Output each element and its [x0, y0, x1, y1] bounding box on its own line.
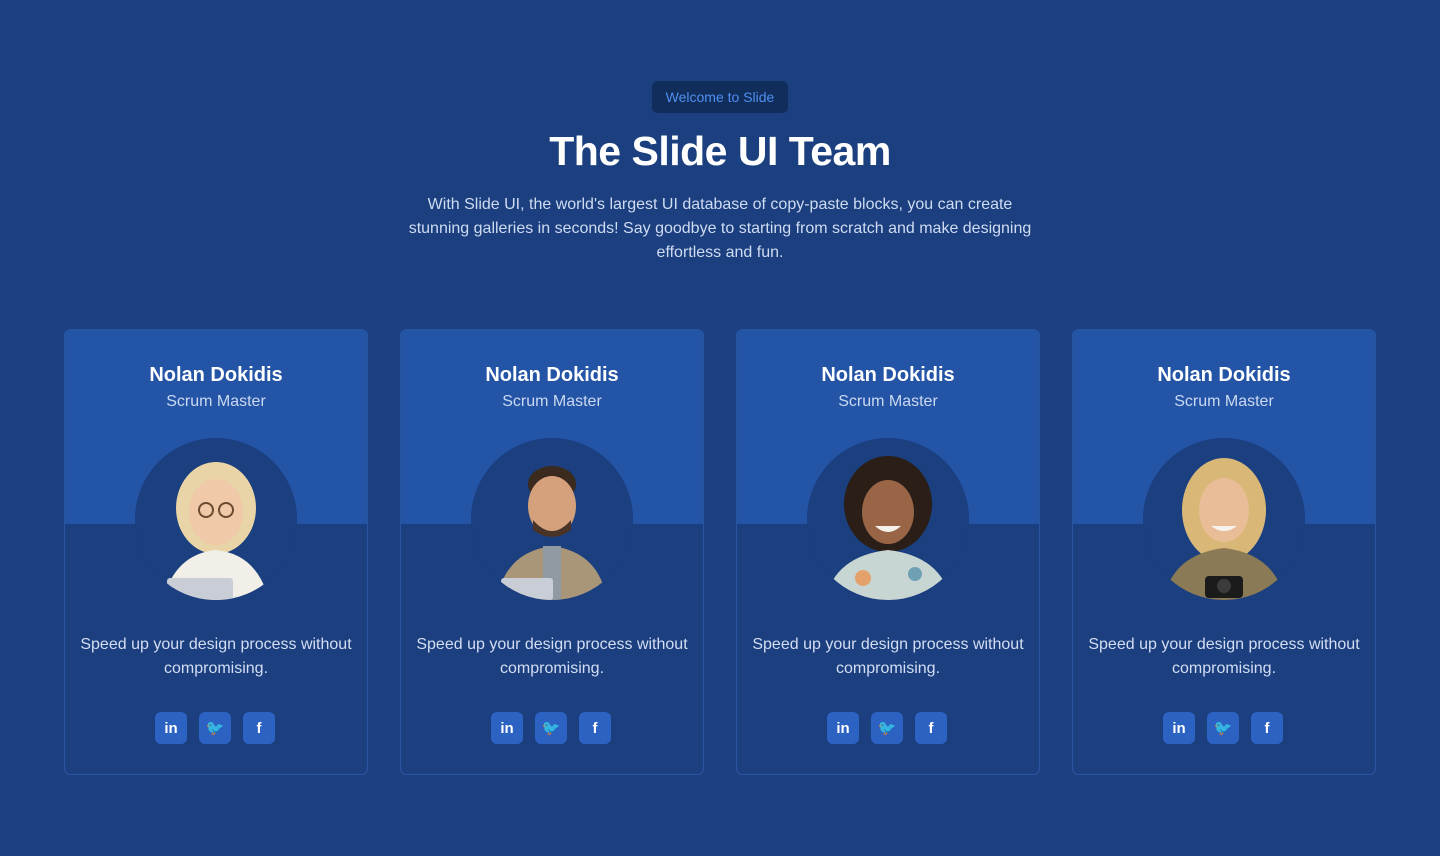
twitter-icon[interactable]: 🐦 — [871, 712, 903, 744]
linkedin-icon[interactable]: in — [491, 712, 523, 744]
linkedin-icon[interactable]: in — [155, 712, 187, 744]
member-name: Nolan Dokidis — [821, 364, 955, 386]
linkedin-icon[interactable]: in — [827, 712, 859, 744]
team-card: Nolan Dokidis Scrum Master Speed up your… — [400, 329, 704, 775]
team-card: Nolan Dokidis Scrum Master Speed up your… — [1072, 329, 1376, 775]
member-description: Speed up your design process without com… — [752, 636, 1024, 677]
social-links: in 🐦 f — [827, 712, 949, 744]
member-avatar — [135, 438, 297, 600]
member-role: Scrum Master — [502, 393, 602, 410]
member-role: Scrum Master — [166, 393, 266, 410]
member-role: Scrum Master — [838, 393, 938, 410]
social-links: in 🐦 f — [491, 712, 613, 744]
twitter-icon[interactable]: 🐦 — [535, 712, 567, 744]
member-name: Nolan Dokidis — [485, 364, 619, 386]
facebook-icon[interactable]: f — [1251, 712, 1283, 744]
member-avatar — [471, 438, 633, 600]
member-description: Speed up your design process without com… — [1088, 636, 1360, 677]
member-description: Speed up your design process without com… — [416, 636, 688, 677]
facebook-icon[interactable]: f — [579, 712, 611, 744]
welcome-badge-label: Welcome to Slide — [665, 89, 775, 105]
social-links: in 🐦 f — [1163, 712, 1285, 744]
social-links: in 🐦 f — [155, 712, 277, 744]
twitter-icon[interactable]: 🐦 — [1207, 712, 1239, 744]
team-card: Nolan Dokidis Scrum Master Speed up your… — [736, 329, 1040, 775]
page-subtitle: With Slide UI, the world's largest UI da… — [408, 196, 1032, 261]
member-avatar — [807, 438, 969, 600]
member-description: Speed up your design process without com… — [80, 636, 352, 677]
team-card: Nolan Dokidis Scrum Master Speed up your… — [64, 329, 368, 775]
facebook-icon[interactable]: f — [243, 712, 275, 744]
welcome-badge: Welcome to Slide — [652, 81, 788, 113]
page-title: The Slide UI Team — [549, 128, 891, 174]
facebook-icon[interactable]: f — [915, 712, 947, 744]
twitter-icon[interactable]: 🐦 — [199, 712, 231, 744]
linkedin-icon[interactable]: in — [1163, 712, 1195, 744]
member-role: Scrum Master — [1174, 393, 1274, 410]
member-avatar — [1143, 438, 1305, 600]
member-name: Nolan Dokidis — [149, 364, 283, 386]
member-name: Nolan Dokidis — [1157, 364, 1291, 386]
